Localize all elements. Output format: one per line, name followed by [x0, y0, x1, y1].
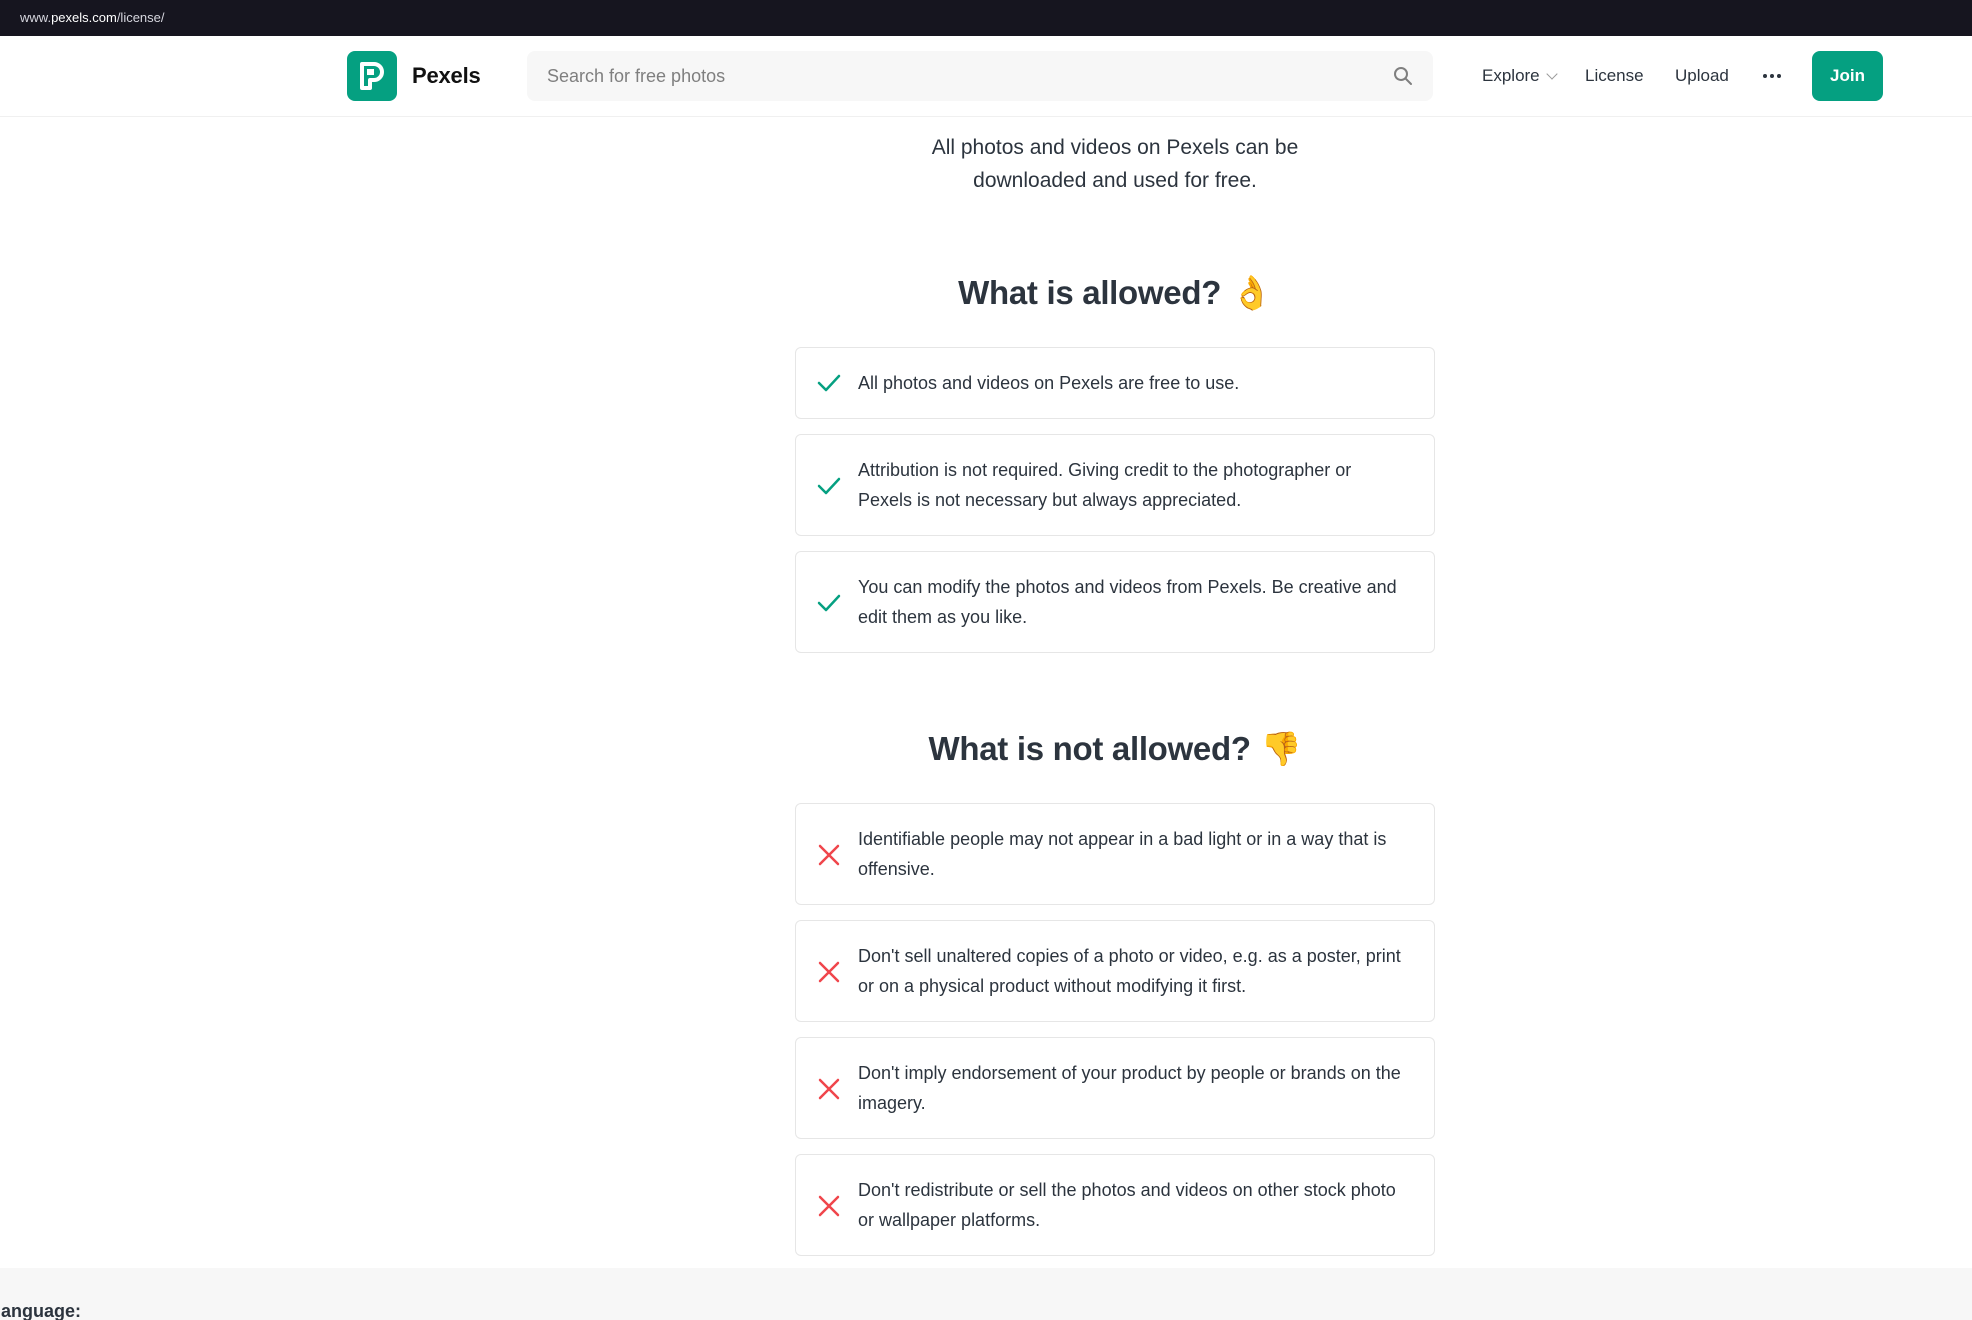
join-button[interactable]: Join [1812, 51, 1883, 101]
cross-icon [818, 1078, 840, 1100]
nav-license[interactable]: License [1585, 66, 1644, 86]
search-icon[interactable] [1393, 66, 1413, 86]
allowed-item: You can modify the photos and videos fro… [795, 551, 1435, 653]
nav-explore[interactable]: Explore [1482, 66, 1558, 86]
search-bar [527, 51, 1433, 101]
ok-hand-emoji: 👌 [1231, 274, 1272, 311]
not-allowed-item: Don't redistribute or sell the photos an… [795, 1154, 1435, 1256]
allowed-title: What is allowed? 👌 [700, 274, 1530, 313]
allowed-item: Attribution is not required. Giving cred… [795, 434, 1435, 536]
not-allowed-title: What is not allowed? 👎 [700, 730, 1530, 769]
pexels-logo[interactable] [347, 51, 397, 101]
allowed-item-text: Attribution is not required. Giving cred… [858, 460, 1352, 510]
not-allowed-title-text: What is not allowed? [928, 730, 1251, 767]
more-options-icon[interactable] [1762, 72, 1782, 80]
allowed-item-text: All photos and videos on Pexels are free… [858, 373, 1240, 393]
language-label: language: [0, 1301, 82, 1320]
not-allowed-item: Don't imply endorsement of your product … [795, 1037, 1435, 1139]
nav-explore-label: Explore [1482, 66, 1540, 85]
not-allowed-item-text: Don't imply endorsement of your product … [858, 1063, 1401, 1113]
cross-icon [818, 1195, 840, 1217]
intro-text: All photos and videos on Pexels can be d… [931, 136, 1299, 192]
brand-name[interactable]: Pexels [412, 63, 481, 89]
cross-icon [818, 844, 840, 866]
top-navbar: Pexels Explore License Upload Join [0, 36, 1972, 117]
thumbs-down-emoji: 👎 [1260, 730, 1302, 767]
allowed-item: All photos and videos on Pexels are free… [795, 347, 1435, 419]
allowed-item-text: You can modify the photos and videos fro… [858, 577, 1397, 627]
url-domain: pexels.com [51, 10, 117, 25]
not-allowed-item-text: Identifiable people may not appear in a … [858, 829, 1387, 879]
not-allowed-item: Don't sell unaltered copies of a photo o… [795, 920, 1435, 1022]
checkmark-icon [817, 477, 841, 495]
not-allowed-item-text: Don't sell unaltered copies of a photo o… [858, 946, 1401, 996]
cross-icon [818, 961, 840, 983]
url-path: /license/ [116, 10, 165, 25]
checkmark-icon [817, 374, 841, 392]
not-allowed-item: Identifiable people may not appear in a … [795, 803, 1435, 905]
footer: language: [0, 1268, 1972, 1320]
url-bar: www.pexels.com/license/ [0, 0, 1972, 36]
not-allowed-item-text: Don't redistribute or sell the photos an… [858, 1180, 1396, 1230]
url-prefix: www. [20, 10, 52, 25]
chevron-down-icon [1545, 68, 1558, 80]
checkmark-icon [817, 594, 841, 612]
search-input[interactable] [547, 51, 1367, 101]
pexels-logo-icon [360, 62, 384, 90]
allowed-title-text: What is allowed? [958, 274, 1222, 311]
nav-upload[interactable]: Upload [1675, 66, 1729, 86]
